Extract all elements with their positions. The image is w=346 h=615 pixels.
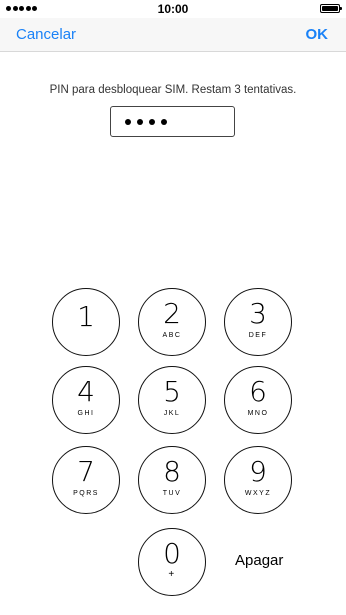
key-letters: MNO [247, 410, 269, 417]
status-bar: 10:00 [0, 0, 346, 18]
key-letters: GHI [77, 410, 95, 417]
key-digit: 8 [163, 455, 181, 488]
battery-icon [320, 4, 342, 13]
pin-prompt: PIN para desbloquear SIM. Restam 3 tenta… [49, 84, 297, 96]
keypad-key-6[interactable]: 6 MNO [224, 366, 292, 434]
key-letters: WXYZ [244, 490, 272, 497]
keypad-key-2[interactable]: 2 ABC [138, 288, 206, 356]
keypad-key-0[interactable]: 0 + [138, 528, 206, 596]
key-letters: + [168, 569, 176, 580]
keypad-key-1[interactable]: 1 [52, 288, 120, 356]
key-digit: 9 [249, 455, 267, 488]
key-letters: ABC [162, 332, 182, 339]
key-letters: TUV [162, 490, 182, 497]
pin-dot [125, 118, 131, 125]
keypad-key-7[interactable]: 7 PQRS [52, 446, 120, 514]
status-time: 10:00 [157, 2, 189, 16]
keypad-key-5[interactable]: 5 JKL [138, 366, 206, 434]
key-digit: 3 [249, 297, 267, 330]
pin-dot [161, 118, 167, 125]
key-letters: PQRS [73, 490, 99, 497]
keypad-key-8[interactable]: 8 TUV [138, 446, 206, 514]
delete-button[interactable]: Apagar [235, 552, 283, 569]
cancel-button[interactable]: Cancelar [16, 26, 76, 43]
keypad-key-4[interactable]: 4 GHI [52, 366, 120, 434]
key-digit: 6 [249, 375, 267, 408]
key-digit: 5 [163, 375, 181, 408]
keypad-key-3[interactable]: 3 DEF [224, 288, 292, 356]
pin-dot [137, 118, 143, 125]
key-digit: 4 [77, 375, 95, 408]
key-digit: 7 [77, 455, 95, 488]
navigation-bar: Cancelar OK [0, 18, 346, 52]
key-digit: 2 [163, 297, 181, 330]
ok-button[interactable]: OK [306, 26, 329, 43]
key-letters: DEF [248, 332, 268, 339]
key-digit: 1 [77, 300, 95, 333]
pin-dot [149, 118, 155, 125]
key-digit: 0 [163, 537, 181, 570]
key-letters: JKL [163, 410, 181, 417]
pin-input[interactable] [110, 106, 235, 137]
keypad-key-9[interactable]: 9 WXYZ [224, 446, 292, 514]
